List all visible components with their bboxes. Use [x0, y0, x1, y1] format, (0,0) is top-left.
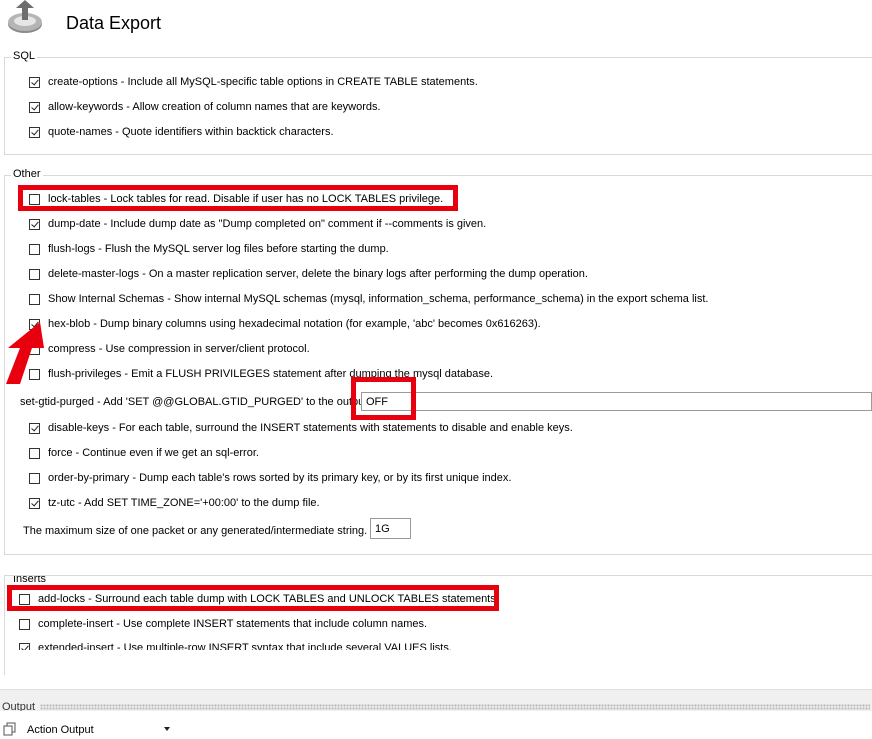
- option-dump-date[interactable]: dump-date - Include dump date as "Dump c…: [29, 216, 486, 232]
- page-header: Data Export: [0, 0, 872, 48]
- inserts-group-label: Inserts: [11, 575, 49, 585]
- option-lock-tables[interactable]: lock-tables - Lock tables for read. Disa…: [29, 191, 443, 207]
- output-select-value: Action Output: [27, 724, 94, 736]
- option-delete-master-logs[interactable]: delete-master-logs - On a master replica…: [29, 266, 588, 282]
- red-arrow-icon: [6, 322, 44, 384]
- allow-keywords-checkbox[interactable]: [29, 101, 40, 113]
- order-by-primary-checkbox[interactable]: [29, 472, 40, 484]
- create-options-label: create-options - Include all MySQL-speci…: [48, 76, 478, 88]
- create-options-checkbox[interactable]: [29, 76, 40, 88]
- option-tz-utc[interactable]: tz-utc - Add SET TIME_ZONE='+00:00' to t…: [29, 495, 320, 511]
- inserts-group: Inserts add-locks - Surround each table …: [4, 575, 872, 675]
- quote-names-label: quote-names - Quote identifiers within b…: [48, 126, 334, 138]
- complete-insert-checkbox[interactable]: [19, 618, 30, 630]
- disable-keys-checkbox[interactable]: [29, 422, 40, 434]
- option-allow-keywords[interactable]: allow-keywords - Allow creation of colum…: [29, 99, 381, 115]
- delete-master-logs-checkbox[interactable]: [29, 268, 40, 280]
- option-create-options[interactable]: create-options - Include all MySQL-speci…: [29, 74, 478, 90]
- tz-utc-checkbox[interactable]: [29, 497, 40, 509]
- tz-utc-label: tz-utc - Add SET TIME_ZONE='+00:00' to t…: [48, 497, 320, 509]
- extended-insert-label: extended-insert - Use multiple-row INSER…: [38, 642, 452, 654]
- lock-tables-checkbox[interactable]: [29, 193, 40, 205]
- sql-group: SQL create-options - Include all MySQL-s…: [4, 50, 872, 155]
- disable-keys-label: disable-keys - For each table, surround …: [48, 422, 573, 434]
- add-locks-label: add-locks - Surround each table dump wit…: [38, 593, 499, 605]
- other-group-label: Other: [11, 168, 43, 180]
- delete-master-logs-label: delete-master-logs - On a master replica…: [48, 268, 588, 280]
- extended-insert-checkbox[interactable]: [19, 642, 30, 650]
- hex-blob-label: hex-blob - Dump binary columns using hex…: [48, 318, 541, 330]
- option-show-internal-schemas[interactable]: Show Internal Schemas - Show internal My…: [29, 291, 708, 307]
- export-upload-icon: [8, 0, 42, 33]
- option-hex-blob[interactable]: hex-blob - Dump binary columns using hex…: [29, 316, 541, 332]
- sql-group-label: SQL: [11, 50, 38, 62]
- output-select[interactable]: Action Output: [22, 721, 172, 739]
- option-quote-names[interactable]: quote-names - Quote identifiers within b…: [29, 124, 334, 140]
- allow-keywords-label: allow-keywords - Allow creation of colum…: [48, 101, 381, 113]
- flush-logs-label: flush-logs - Flush the MySQL server log …: [48, 243, 389, 255]
- option-disable-keys[interactable]: disable-keys - For each table, surround …: [29, 420, 573, 436]
- order-by-primary-label: order-by-primary - Dump each table's row…: [48, 472, 512, 484]
- other-group: Other lock-tables - Lock tables for read…: [4, 168, 872, 555]
- show-internal-schemas-label: Show Internal Schemas - Show internal My…: [48, 293, 709, 305]
- chevron-down-icon[interactable]: [164, 727, 170, 731]
- panel-resize-grip[interactable]: [40, 704, 870, 710]
- output-panel-body: Action Output: [0, 711, 872, 737]
- complete-insert-label: complete-insert - Use complete INSERT st…: [38, 618, 428, 630]
- packet-size-input[interactable]: [370, 518, 411, 539]
- option-force[interactable]: force - Continue even if we get an sql-e…: [29, 445, 259, 461]
- option-order-by-primary[interactable]: order-by-primary - Dump each table's row…: [29, 470, 511, 486]
- flush-logs-checkbox[interactable]: [29, 243, 40, 255]
- show-internal-schemas-checkbox[interactable]: [29, 293, 40, 305]
- option-complete-insert[interactable]: complete-insert - Use complete INSERT st…: [19, 616, 427, 632]
- force-checkbox[interactable]: [29, 447, 40, 459]
- add-locks-checkbox[interactable]: [19, 593, 30, 605]
- page-title: Data Export: [66, 13, 162, 33]
- flush-privileges-label: flush-privileges - Emit a FLUSH PRIVILEG…: [48, 368, 494, 380]
- compress-label: compress - Use compression in server/cli…: [48, 343, 310, 355]
- gtid-purged-input[interactable]: [361, 392, 872, 411]
- gtid-purged-row: set-gtid-purged - Add 'SET @@GLOBAL.GTID…: [20, 394, 367, 410]
- copy-icon[interactable]: [3, 722, 17, 736]
- option-compress[interactable]: compress - Use compression in server/cli…: [29, 341, 310, 357]
- option-flush-privileges[interactable]: flush-privileges - Emit a FLUSH PRIVILEG…: [29, 366, 493, 382]
- dump-date-checkbox[interactable]: [29, 218, 40, 230]
- gtid-purged-label: set-gtid-purged - Add 'SET @@GLOBAL.GTID…: [20, 396, 368, 408]
- lock-tables-label: lock-tables - Lock tables for read. Disa…: [48, 193, 444, 205]
- force-label: force - Continue even if we get an sql-e…: [48, 447, 259, 459]
- quote-names-checkbox[interactable]: [29, 126, 40, 138]
- option-flush-logs[interactable]: flush-logs - Flush the MySQL server log …: [29, 241, 389, 257]
- option-add-locks[interactable]: add-locks - Surround each table dump wit…: [19, 591, 499, 607]
- output-panel-header: Output: [0, 689, 872, 713]
- dump-date-label: dump-date - Include dump date as "Dump c…: [48, 218, 487, 230]
- packet-size-label: The maximum size of one packet or any ge…: [23, 525, 368, 537]
- option-extended-insert[interactable]: extended-insert - Use multiple-row INSER…: [19, 640, 452, 654]
- packet-size-row: The maximum size of one packet or any ge…: [23, 523, 367, 539]
